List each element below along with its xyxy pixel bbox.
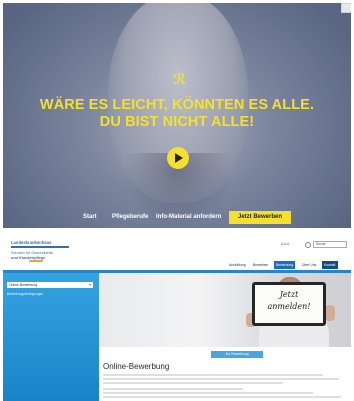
chevron-down-icon: ▾ <box>89 283 91 287</box>
hero-headline-line-2: DU BIST NICHT ALLE! <box>99 114 255 130</box>
hero-screenshot: ℛ WÄRE ES LEICHT, KÖNNTEN ES ALLE. DU BI… <box>3 3 351 228</box>
brand-logo-icon: ℛ <box>173 72 187 88</box>
nav-start[interactable]: Start <box>83 214 97 220</box>
hero-nav: Start Pflegeberufe Info-Material anforde… <box>3 208 351 228</box>
nav-bewerbung[interactable]: Bewerbung <box>274 261 296 269</box>
body-text-line <box>103 396 341 398</box>
nav-ausbildung[interactable]: Ausbildung <box>229 261 246 269</box>
sidebar-select[interactable]: Online-Bewerbung ▾ <box>7 282 93 288</box>
sign-line-1: Jetzt <box>279 290 299 299</box>
body-text-line <box>103 374 323 376</box>
banner-image: Jetzt anmelden! <box>99 273 351 347</box>
sidebar-link[interactable]: Bewerbungsbedingungen <box>7 292 43 296</box>
page-title: Online-Bewerbung <box>103 362 170 371</box>
person-hand-right <box>325 305 335 321</box>
font-size-controls[interactable]: A A A <box>281 242 289 246</box>
sidebar-select-value: Online-Bewerbung <box>9 283 38 287</box>
search-icon[interactable] <box>305 242 311 248</box>
close-icon[interactable] <box>341 3 351 13</box>
body-text-line <box>103 382 283 384</box>
hero-headline-line-1: WÄRE ES LEICHT, KÖNNTEN ES ALLE. <box>39 97 315 113</box>
website-screenshot: Landeskrankenhaus Schulen für Gesundheit… <box>3 237 351 401</box>
nav-kontakt[interactable]: Kontakt <box>322 261 338 269</box>
brand-name[interactable]: Landeskrankenhaus <box>11 240 52 245</box>
nav-info-material[interactable]: Info-Material anfordern <box>156 214 221 220</box>
body-text-line <box>103 388 243 390</box>
search-input[interactable]: Suche <box>313 241 347 248</box>
nav-bewerben[interactable]: Bewerben <box>253 261 268 269</box>
brand-subtitle-1: Schulen für Gesundheits- <box>11 251 54 255</box>
start-application-button[interactable]: Zur Bewerbung <box>211 351 263 358</box>
whiteboard-sign: Jetzt anmelden! <box>252 282 326 326</box>
nav-ueber-uns[interactable]: Über Uns <box>302 261 316 269</box>
apply-now-button[interactable]: Jetzt Bewerben <box>229 211 291 224</box>
sidebar: Online-Bewerbung ▾ Bewerbungsbedingungen <box>3 273 99 401</box>
brand-underline <box>11 246 69 248</box>
play-video-button[interactable] <box>167 147 189 169</box>
nav-pflegeberufe[interactable]: Pflegeberufe <box>112 214 148 220</box>
body-text-line <box>103 392 313 394</box>
sign-line-2: anmelden! <box>267 302 311 311</box>
body-text-line <box>103 378 339 380</box>
brand-swoosh-icon <box>29 260 43 262</box>
